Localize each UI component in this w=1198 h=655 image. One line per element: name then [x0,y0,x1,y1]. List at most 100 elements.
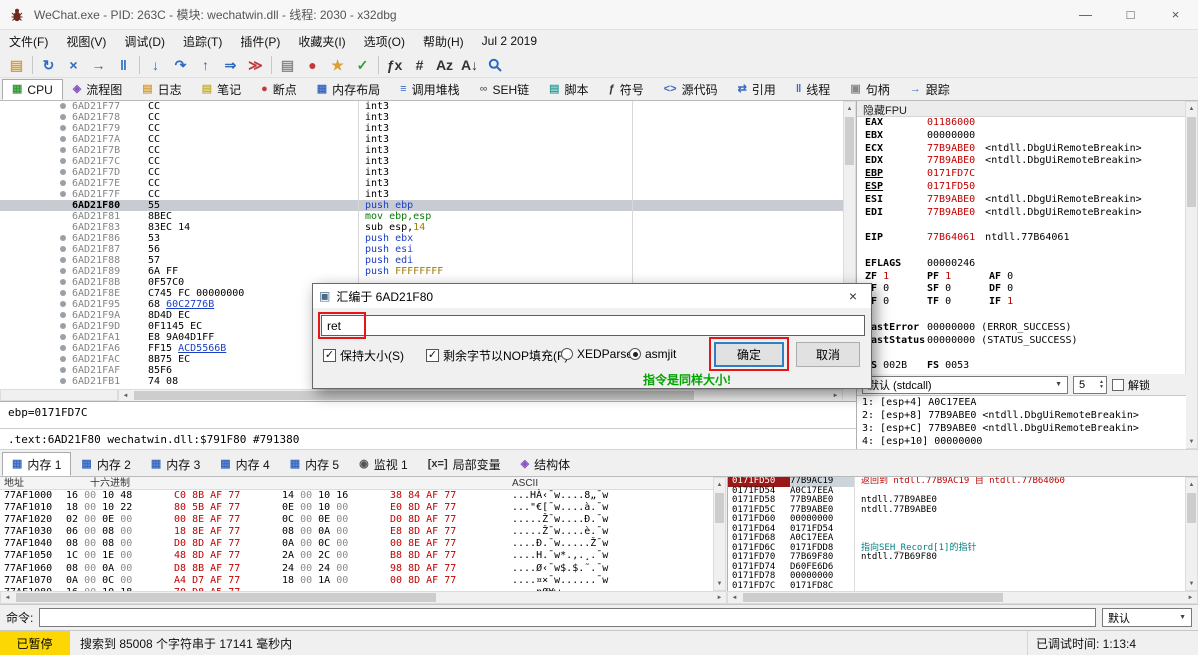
disasm-row[interactable]: 6AD21F8055push ebp [0,200,843,211]
scroll-thumb[interactable] [743,593,1003,602]
menu-item-help[interactable]: 帮助(H) [414,30,473,53]
disasm-row[interactable]: 6AD21F77CCint3 [0,101,843,112]
disasm-row[interactable]: 6AD21F79CCint3 [0,123,843,134]
scroll-up-icon[interactable]: ▲ [1186,478,1197,491]
disasm-row[interactable]: 6AD21F8857push edi [0,255,843,266]
scroll-thumb[interactable] [715,493,724,523]
breakpoint-icon[interactable]: ● [300,53,325,76]
minimize-button[interactable]: — [1063,0,1108,29]
spin-down-icon[interactable]: ▼ [1099,385,1104,390]
scroll-down-icon[interactable]: ▼ [1186,435,1197,448]
dump-row[interactable]: 77AF106008 00 0A 00D8 8B AF 7724 00 24 0… [0,563,713,575]
register-row[interactable]: ESP0171FD50 [857,181,1186,194]
tab-call-stack[interactable]: ≡调用堆栈 [390,79,469,100]
dump-hscrollbar[interactable]: ◄ ► [0,591,727,604]
cancel-button[interactable]: 取消 [796,342,860,367]
scroll-right-icon[interactable]: ► [829,390,842,401]
register-row[interactable]: EBP0171FD7C [857,168,1186,181]
tab-threads[interactable]: ‖线程 [786,79,841,100]
stack-vscrollbar[interactable]: ▲ ▼ [1185,477,1198,591]
disasm-row[interactable]: 6AD21F896A FFpush FFFFFFFF [0,266,843,277]
argument-row[interactable]: 2: [esp+8] 77B9ABE0 <ntdll.DbgUiRemoteBr… [857,409,1186,422]
disasm-row[interactable]: 6AD21F7DCCint3 [0,167,843,178]
scroll-thumb[interactable] [134,391,694,400]
nop-fill-checkbox[interactable]: ✓ 剩余字节以NOP填充(F) [426,347,568,364]
tab-dump-5[interactable]: ▦内存 5 [280,452,349,476]
register-row[interactable]: EAX01186000 [857,117,1186,130]
tab-references[interactable]: ⇄引用 [728,79,786,100]
functions-icon[interactable]: ƒx [382,53,407,76]
dialog-title-bar[interactable]: ▣ 汇编于 6AD21F80 × [313,284,871,308]
scroll-thumb[interactable] [1187,493,1196,523]
tab-breakpoints[interactable]: ●断点 [251,79,307,100]
restart-icon[interactable]: ↻ [36,53,61,76]
step-over-icon[interactable]: ↷ [168,53,193,76]
number-icon[interactable]: # [407,53,432,76]
register-row[interactable]: GS 002BFS 0053 [857,360,1186,373]
dump-row[interactable]: 77AF10700A 00 0C 00A4 D7 AF 7718 00 1A 0… [0,575,713,587]
pause-icon[interactable]: ‖ [111,53,136,76]
disasm-row[interactable]: 6AD21F8383EC 14sub esp,14 [0,222,843,233]
favourites-icon[interactable]: ★ [325,53,350,76]
scroll-up-icon[interactable]: ▲ [844,102,855,115]
menu-item-favourites[interactable]: 收藏夹(I) [289,30,354,53]
tab-log[interactable]: ▤日志 [132,79,191,100]
stack-hscrollbar[interactable]: ◄ ► [727,591,1198,604]
animate-icon[interactable]: ≫ [243,53,268,76]
register-row[interactable]: EFLAGS00000246 [857,258,1186,271]
scroll-up-icon[interactable]: ▲ [714,478,725,491]
tab-dump-1[interactable]: ▦内存 1 [2,452,71,476]
register-row[interactable]: ESI77B9ABE0<ntdll.DbgUiRemoteBreakin> [857,194,1186,207]
argument-row[interactable]: 1: [esp+4] A0C17EEA [857,396,1186,409]
register-row[interactable] [857,347,1186,360]
asmjit-radio[interactable]: asmjit [629,347,676,361]
menu-item-file[interactable]: 文件(F) [0,30,57,53]
patch-check-icon[interactable]: ✓ [350,53,375,76]
open-file-icon[interactable]: ▤ [4,53,29,76]
disasm-row[interactable]: 6AD21F8756push esi [0,244,843,255]
register-row[interactable] [857,219,1186,232]
dump-row[interactable]: 77AF103006 00 08 0018 8E AF 7708 00 0A 0… [0,526,713,538]
register-row[interactable]: ZF 1PF 1AF 0 [857,271,1186,284]
step-out-icon[interactable]: ↑ [193,53,218,76]
register-row[interactable]: EBX00000000 [857,130,1186,143]
register-row[interactable]: ECX77B9ABE0<ntdll.DbgUiRemoteBreakin> [857,143,1186,156]
disasm-row[interactable]: 6AD21F8653push ebx [0,233,843,244]
dialog-close-icon[interactable]: × [841,288,865,304]
scroll-right-icon[interactable]: ► [713,592,726,603]
search-icon[interactable] [482,53,507,76]
disasm-row[interactable]: 6AD21F7ECCint3 [0,178,843,189]
xedparse-radio[interactable]: XEDParse [561,347,633,361]
tab-handles[interactable]: ▣句柄 [840,79,899,100]
dump-row[interactable]: 77AF102002 00 0E 0000 8E AF 770C 00 0E 0… [0,514,713,526]
registers-vscrollbar[interactable]: ▲ ▼ [1185,101,1198,449]
disasm-row[interactable]: 6AD21F7BCCint3 [0,145,843,156]
tab-dump-3[interactable]: ▦内存 3 [141,452,210,476]
register-row[interactable]: OF 0SF 0DF 0 [857,283,1186,296]
register-row[interactable]: EDX77B9ABE0<ntdll.DbgUiRemoteBreakin> [857,155,1186,168]
register-row[interactable]: EDI77B9ABE0<ntdll.DbgUiRemoteBreakin> [857,207,1186,220]
disasm-row[interactable]: 6AD21F7ACCint3 [0,134,843,145]
tab-watch-1[interactable]: ◉监视 1 [349,452,418,476]
dump-row[interactable]: 77AF10501C 00 1E 0048 8D AF 772A 00 2C 0… [0,550,713,562]
command-profile-select[interactable]: 默认 ▼ [1102,608,1192,627]
scroll-thumb[interactable] [16,593,436,602]
stop-icon[interactable]: × [61,53,86,76]
dump-vscrollbar[interactable]: ▲ ▼ [713,477,726,591]
register-row[interactable]: LastError00000000 (ERROR_SUCCESS) [857,322,1186,335]
run-icon[interactable]: → [86,53,111,76]
dump-row[interactable]: 77AF101018 00 10 2280 5B AF 770E 00 10 0… [0,502,713,514]
tab-dump-2[interactable]: ▦内存 2 [71,452,140,476]
tab-locals[interactable]: [x=]局部变量 [418,452,511,476]
scroll-right-icon[interactable]: ► [1184,592,1197,603]
menu-item-plugins[interactable]: 插件(P) [231,30,289,53]
tab-memory-map[interactable]: ▦内存布局 [307,79,390,100]
assembly-input[interactable] [321,315,865,336]
register-row[interactable] [857,309,1186,322]
close-button[interactable]: × [1153,0,1198,29]
tab-seh[interactable]: ∞SEH链 [470,79,540,100]
case-icon[interactable]: Az [432,53,457,76]
menu-item-options[interactable]: 选项(O) [355,30,414,53]
run-to-user-icon[interactable]: ⇒ [218,53,243,76]
depth-spinner[interactable]: 5 ▲▼ [1073,376,1107,394]
